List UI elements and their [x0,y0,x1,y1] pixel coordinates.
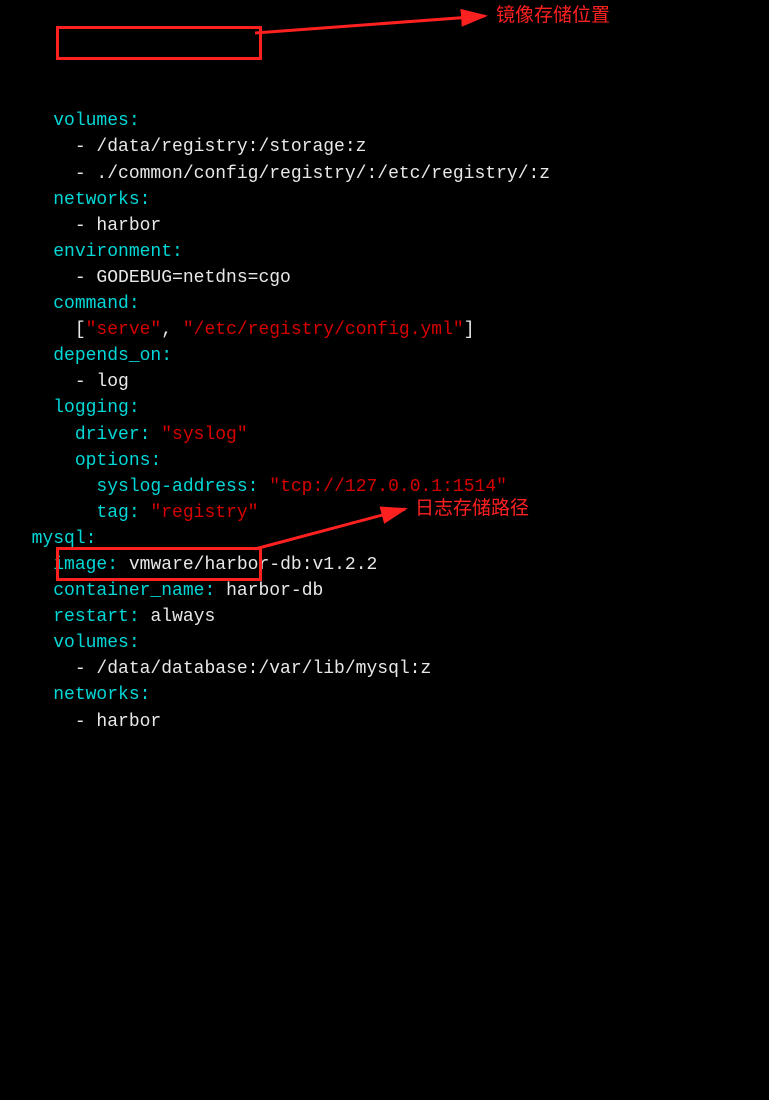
driver-value: "syslog" [161,425,247,445]
key-mysql: mysql [32,529,86,549]
key-environment: environment [53,242,172,262]
network-value-2: harbor [96,712,161,732]
key-logging: logging [53,398,129,418]
key-tag: tag [96,503,128,523]
tag-value: "registry" [150,503,258,523]
cmd-serve: "serve" [86,320,162,340]
cmd-config: "/etc/registry/config.yml" [183,320,464,340]
code-block: volumes: - /data/registry:/storage:z - .… [10,108,759,734]
network-value: harbor [96,216,161,236]
key-networks: networks [53,190,139,210]
key-syslog-address: syslog-address [96,477,247,497]
image-value: vmware/harbor-db:v1.2.2 [129,555,377,575]
key-image: image [53,555,107,575]
annotation-image-storage: 镜像存储位置 [496,2,610,30]
key-command: command [53,294,129,314]
highlight-box-registry [56,26,262,60]
key-restart: restart [53,607,129,627]
volume-registry-path: /data/registry:/storage:z [96,137,366,157]
key-volumes: volumes [53,111,129,131]
arrow-1 [250,6,500,41]
key-volumes-2: volumes [53,633,129,653]
key-depends-on: depends_on [53,346,161,366]
container-name-value: harbor-db [226,581,323,601]
env-value: GODEBUG=netdns=cgo [96,268,290,288]
volume-database-path: /data/database:/var/lib/mysql:z [96,659,431,679]
key-networks-2: networks [53,685,139,705]
volume-config-path: ./common/config/registry/:/etc/registry/… [96,164,550,184]
depends-value: log [96,372,128,392]
restart-value: always [150,607,215,627]
key-options: options [75,451,151,471]
key-container-name: container_name [53,581,204,601]
key-driver: driver [75,425,140,445]
syslog-address-value: "tcp://127.0.0.1:1514" [269,477,507,497]
annotation-log-storage: 日志存储路径 [415,495,529,523]
